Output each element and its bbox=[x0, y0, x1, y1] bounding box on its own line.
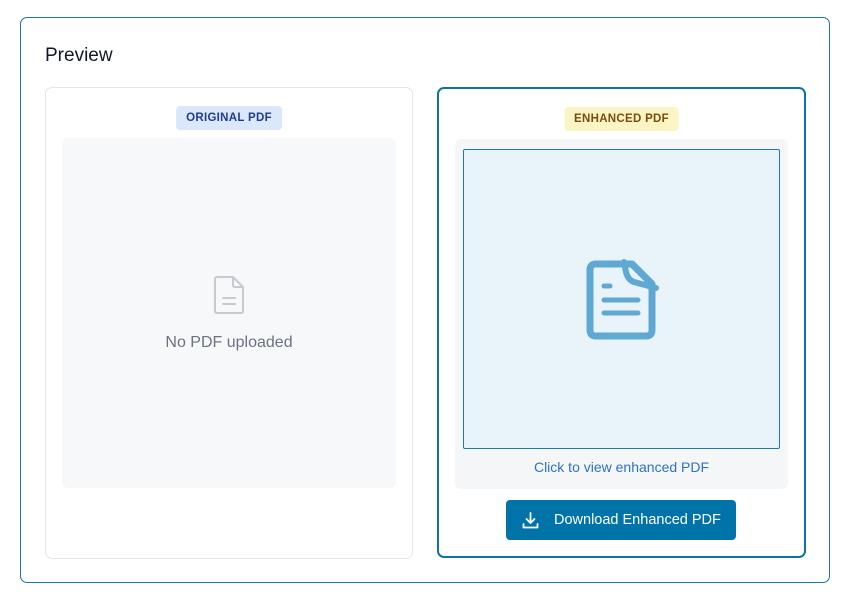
file-icon bbox=[214, 276, 244, 314]
preview-card: Preview ORIGINAL PDF No PDF uploaded ENH… bbox=[20, 17, 830, 583]
enhanced-pdf-panel: ENHANCED PDF Click to view enhanced PDF … bbox=[437, 87, 806, 558]
no-pdf-message: No PDF uploaded bbox=[165, 334, 293, 351]
original-pdf-panel: ORIGINAL PDF No PDF uploaded bbox=[45, 87, 413, 559]
enhanced-pdf-preview-frame[interactable] bbox=[463, 149, 780, 449]
preview-title: Preview bbox=[45, 45, 113, 66]
document-icon bbox=[586, 259, 659, 340]
view-enhanced-pdf-link[interactable]: Click to view enhanced PDF bbox=[455, 459, 788, 475]
download-icon bbox=[522, 512, 539, 529]
download-button-label: Download Enhanced PDF bbox=[554, 512, 721, 528]
original-pdf-badge: ORIGINAL PDF bbox=[176, 106, 282, 130]
original-pdf-empty-area: No PDF uploaded bbox=[62, 138, 396, 488]
download-enhanced-pdf-button[interactable]: Download Enhanced PDF bbox=[506, 500, 736, 540]
enhanced-pdf-badge: ENHANCED PDF bbox=[564, 107, 679, 131]
enhanced-pdf-area: Click to view enhanced PDF bbox=[455, 139, 788, 489]
